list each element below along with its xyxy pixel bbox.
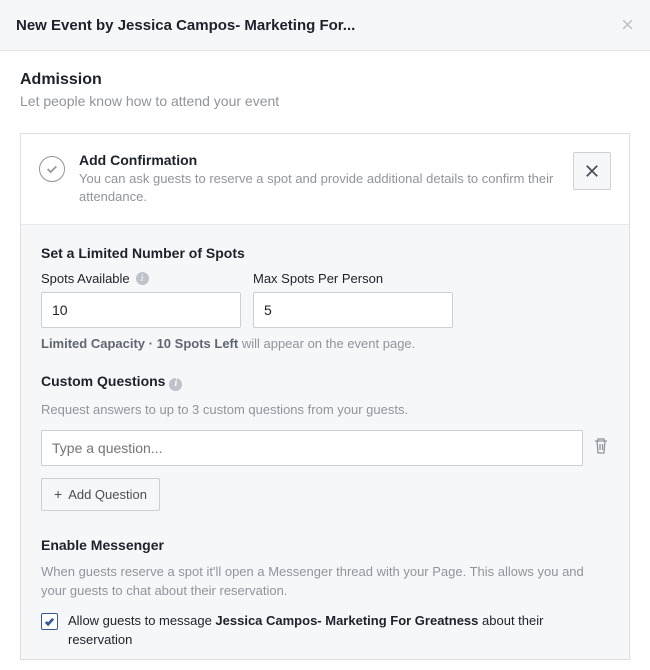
x-icon bbox=[585, 164, 599, 178]
spots-max-label: Max Spots Per Person bbox=[253, 271, 453, 286]
messenger-desc: When guests reserve a spot it'll open a … bbox=[41, 563, 609, 601]
messenger-checkbox-row: Allow guests to message Jessica Campos- … bbox=[41, 612, 609, 648]
check-circle-icon bbox=[39, 156, 65, 182]
dialog-title: New Event by Jessica Campos- Marketing F… bbox=[16, 17, 355, 34]
section-subtitle-admission: Let people know how to attend your event bbox=[20, 93, 630, 109]
question-input[interactable] bbox=[41, 430, 583, 466]
plus-icon: + bbox=[54, 487, 62, 501]
confirmation-desc: You can ask guests to reserve a spot and… bbox=[79, 170, 559, 206]
spots-fields: Spots Available i Max Spots Per Person bbox=[41, 271, 609, 328]
spots-max-field: Max Spots Per Person bbox=[253, 271, 453, 328]
confirmation-banner: Add Confirmation You can ask guests to r… bbox=[21, 134, 629, 224]
admission-panel: Add Confirmation You can ask guests to r… bbox=[20, 133, 630, 660]
add-question-button[interactable]: + Add Question bbox=[41, 478, 160, 511]
info-icon[interactable]: i bbox=[169, 378, 182, 391]
messenger-checkbox-label: Allow guests to message Jessica Campos- … bbox=[68, 612, 609, 648]
settings-inner: Set a Limited Number of Spots Spots Avai… bbox=[21, 224, 629, 658]
messenger-heading: Enable Messenger bbox=[41, 537, 609, 553]
question-row bbox=[41, 430, 609, 466]
trash-icon[interactable] bbox=[593, 437, 609, 458]
questions-heading: Custom Questions i bbox=[41, 373, 609, 391]
dialog-header: New Event by Jessica Campos- Marketing F… bbox=[0, 0, 650, 51]
dialog-content: Admission Let people know how to attend … bbox=[0, 51, 650, 670]
confirmation-title: Add Confirmation bbox=[79, 152, 559, 168]
questions-desc: Request answers to up to 3 custom questi… bbox=[41, 401, 609, 420]
section-title-admission: Admission bbox=[20, 71, 630, 89]
dismiss-button[interactable] bbox=[573, 152, 611, 190]
spots-available-input[interactable] bbox=[41, 292, 241, 328]
spots-caption: Limited Capacity · 10 Spots Left will ap… bbox=[41, 336, 609, 351]
spots-heading: Set a Limited Number of Spots bbox=[41, 245, 609, 261]
spots-available-field: Spots Available i bbox=[41, 271, 241, 328]
messenger-checkbox[interactable] bbox=[41, 613, 58, 630]
info-icon[interactable]: i bbox=[136, 272, 149, 285]
confirmation-text: Add Confirmation You can ask guests to r… bbox=[79, 152, 559, 206]
spots-max-input[interactable] bbox=[253, 292, 453, 328]
close-icon[interactable]: × bbox=[621, 14, 634, 36]
spots-available-label: Spots Available i bbox=[41, 271, 241, 286]
